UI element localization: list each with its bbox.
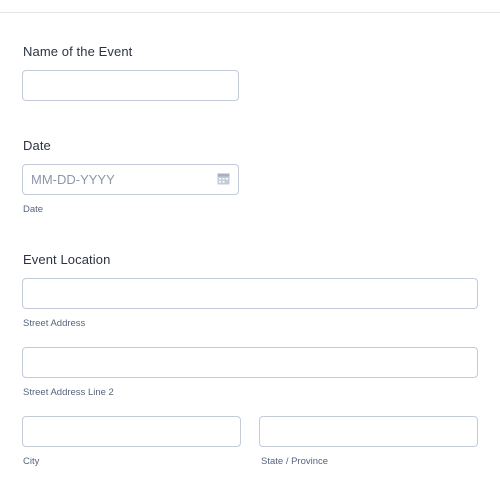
date-label: Date xyxy=(23,138,51,153)
street-address-sublabel: Street Address xyxy=(23,318,86,329)
event-name-label: Name of the Event xyxy=(23,44,133,59)
state-province-sublabel: State / Province xyxy=(261,456,329,467)
state-province-input[interactable] xyxy=(259,416,478,447)
event-name-input[interactable] xyxy=(22,70,239,101)
date-sublabel: Date xyxy=(23,204,44,215)
event-location-label: Event Location xyxy=(23,252,111,267)
street-address-line2-input[interactable] xyxy=(22,347,478,378)
street-address-line2-sublabel: Street Address Line 2 xyxy=(23,387,114,398)
date-input[interactable] xyxy=(22,164,239,195)
city-sublabel: City xyxy=(23,456,40,467)
calendar-icon[interactable] xyxy=(217,172,230,185)
city-input[interactable] xyxy=(22,416,241,447)
street-address-input[interactable] xyxy=(22,278,478,309)
top-divider xyxy=(0,12,500,13)
